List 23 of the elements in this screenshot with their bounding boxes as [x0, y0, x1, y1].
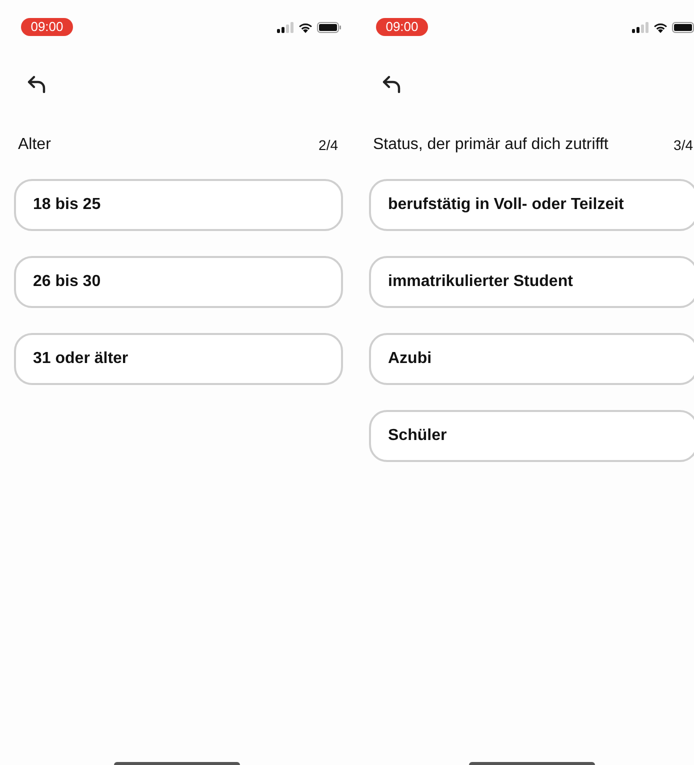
- answer-option[interactable]: Schüler: [369, 410, 694, 462]
- answer-option[interactable]: 18 bis 25: [14, 179, 343, 231]
- back-button[interactable]: [381, 73, 403, 95]
- battery-icon: [317, 22, 341, 32]
- question-title: Status, der primär auf dich zutrifft: [373, 135, 608, 155]
- answer-option[interactable]: 26 bis 30: [14, 256, 343, 308]
- answer-option[interactable]: immatrikulierter Student: [369, 256, 694, 308]
- wifi-icon: [298, 22, 313, 32]
- status-time: 09:00: [376, 18, 428, 36]
- status-time: 09:00: [21, 18, 73, 36]
- back-arrow-icon: [382, 75, 402, 93]
- answer-option[interactable]: 31 oder älter: [14, 333, 343, 385]
- signal-icon: [277, 22, 294, 32]
- battery-icon: [672, 22, 694, 32]
- answer-option[interactable]: Azubi: [369, 333, 694, 385]
- wifi-icon: [653, 22, 668, 32]
- back-arrow-icon: [27, 75, 47, 93]
- progress-counter: 2/4: [318, 136, 338, 154]
- signal-icon: [632, 22, 649, 32]
- back-button[interactable]: [26, 73, 48, 95]
- question-title: Alter: [18, 135, 51, 155]
- answer-option[interactable]: berufstätig in Voll- oder Teilzeit: [369, 179, 694, 231]
- progress-counter: 3/4: [674, 136, 693, 154]
